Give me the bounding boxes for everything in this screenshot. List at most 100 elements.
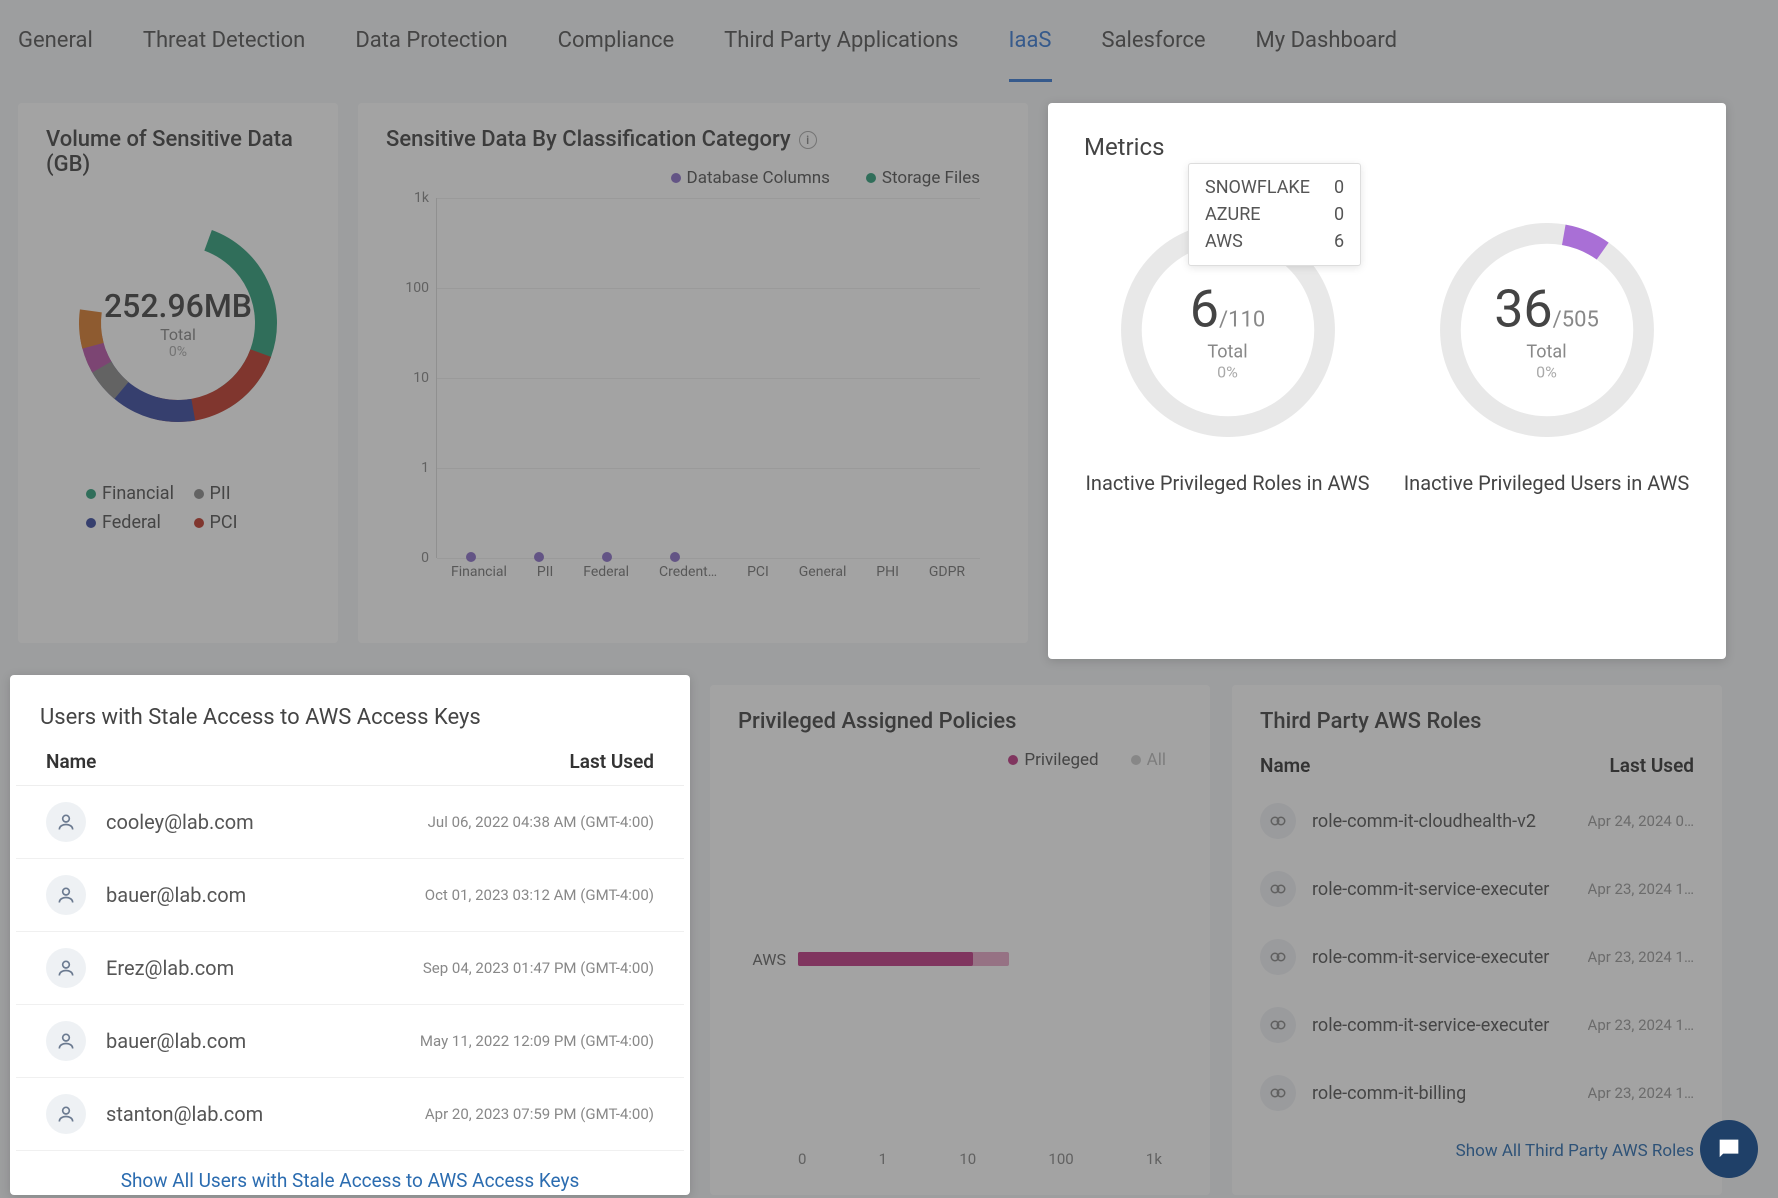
user-icon <box>46 875 86 915</box>
table-row[interactable]: bauer@lab.comMay 11, 2022 12:09 PM (GMT-… <box>16 1005 684 1078</box>
tab-third-party-applications[interactable]: Third Party Applications <box>724 0 958 82</box>
gauge-label: Inactive Privileged Roles in AWS <box>1078 469 1378 497</box>
legend-item: Financial <box>86 483 194 504</box>
card-metrics: Metrics SNOWFLAKE0AZURE0AWS6 6/110Total0… <box>1048 103 1726 659</box>
card-privileged-policies: Privileged Assigned Policies Privileged A… <box>710 685 1210 1195</box>
user-icon <box>46 1021 86 1061</box>
role-name: role-comm-it-billing <box>1312 1083 1466 1104</box>
x-label: General <box>799 564 847 580</box>
tab-compliance[interactable]: Compliance <box>558 0 675 82</box>
tab-general[interactable]: General <box>18 0 93 82</box>
card-title: Third Party AWS Roles <box>1260 709 1694 734</box>
card-title: Volume of Sensitive Data (GB) <box>46 127 310 177</box>
donut-chart: 252.96MB Total 0% <box>46 193 310 453</box>
x-label: Credent… <box>659 564 717 580</box>
tab-my-dashboard[interactable]: My Dashboard <box>1256 0 1397 82</box>
role-date: Apr 23, 2024 1… <box>1588 880 1694 898</box>
donut-value: 252.96MB <box>104 287 252 325</box>
nav-tabs: General Threat Detection Data Protection Co… <box>0 0 1778 80</box>
user-name: cooley@lab.com <box>106 810 254 834</box>
user-name: bauer@lab.com <box>106 883 246 907</box>
hbar-chart: AWS <box>798 790 1162 1150</box>
user-name: bauer@lab.com <box>106 1029 246 1053</box>
tooltip-row: AWS6 <box>1205 228 1344 255</box>
info-icon[interactable]: i <box>799 131 817 149</box>
bar-chart: 1k 100 10 1 0 <box>436 198 980 558</box>
table-row[interactable]: role-comm-it-billingApr 23, 2024 1… <box>1260 1059 1694 1127</box>
legend: Database Columns Storage Files <box>386 168 980 188</box>
link-icon <box>1260 871 1296 907</box>
card-third-party-roles: Third Party AWS Roles Name Last Used rol… <box>1232 685 1722 1195</box>
table-row[interactable]: role-comm-it-service-executer Apr 23, 202… <box>1260 923 1694 991</box>
last-used: Oct 01, 2023 03:12 AM (GMT-4:00) <box>425 886 654 904</box>
role-date: Apr 23, 2024 1… <box>1588 948 1694 966</box>
x-label: PCI <box>747 564 769 580</box>
legend-item: Federal <box>86 512 194 533</box>
tooltip-row: SNOWFLAKE0 <box>1205 174 1344 201</box>
last-used: Sep 04, 2023 01:47 PM (GMT-4:00) <box>423 959 654 977</box>
gauge: 36/505Total0%Inactive Privileged Users i… <box>1397 215 1697 497</box>
link-icon <box>1260 803 1296 839</box>
col-last: Last Used <box>569 750 654 773</box>
legend-item: PII <box>194 483 302 504</box>
card-volume-sensitive-data: Volume of Sensitive Data (GB) 252.96MB T… <box>18 103 338 643</box>
user-name: Erez@lab.com <box>106 956 234 980</box>
col-name: Name <box>46 750 96 773</box>
chat-button[interactable] <box>1700 1120 1758 1178</box>
card-classification: Sensitive Data By Classification Categor… <box>358 103 1028 643</box>
gauge-label: Inactive Privileged Users in AWS <box>1397 469 1697 497</box>
table-row[interactable]: cooley@lab.com Jul 06, 2022 04:38 AM (GMT… <box>16 786 684 859</box>
legend: FinancialPIIFederalPCI <box>46 483 310 541</box>
card-stale-users: Users with Stale Access to AWS Access Ke… <box>10 675 690 1195</box>
donut-pct: 0% <box>104 344 252 360</box>
table-row[interactable]: role-comm-it-cloudhealth-v2 Apr 24, 2024 … <box>1260 787 1694 855</box>
tooltip-row: AZURE0 <box>1205 201 1344 228</box>
legend: Privileged All <box>738 750 1166 770</box>
user-icon <box>46 802 86 842</box>
legend-item: Privileged <box>992 750 1098 770</box>
x-label: Financial <box>451 564 507 580</box>
role-name: role-comm-it-service-executer <box>1312 879 1549 900</box>
tab-iaas[interactable]: IaaS <box>1009 0 1052 82</box>
tooltip: SNOWFLAKE0AZURE0AWS6 <box>1188 163 1361 266</box>
link-icon <box>1260 1075 1296 1111</box>
table-row[interactable]: role-comm-it-service-executerApr 23, 202… <box>1260 991 1694 1059</box>
table-row[interactable]: stanton@lab.com Apr 20, 2023 07:59 PM (GM… <box>16 1078 684 1151</box>
user-icon <box>46 948 86 988</box>
tab-salesforce[interactable]: Salesforce <box>1102 0 1206 82</box>
x-axis-labels: Financial PII Federal Credent… PCI General PHI… <box>436 564 980 580</box>
table-row[interactable]: role-comm-it-service-executer Apr 23, 202… <box>1260 855 1694 923</box>
legend-item: All <box>1115 750 1166 770</box>
tab-threat-detection[interactable]: Threat Detection <box>143 0 306 82</box>
legend-item: PCI <box>194 512 302 533</box>
user-icon <box>46 1094 86 1134</box>
role-date: Apr 24, 2024 0… <box>1588 812 1694 830</box>
show-all-roles-link[interactable]: Show All Third Party AWS Roles <box>1260 1127 1694 1161</box>
donut-sub: Total <box>104 325 252 344</box>
card-title: Metrics <box>1048 103 1726 175</box>
link-icon <box>1260 1007 1296 1043</box>
role-name: role-comm-it-service-executer <box>1312 1015 1549 1036</box>
last-used: Jul 06, 2022 04:38 AM (GMT-4:00) <box>428 813 654 831</box>
x-axis-labels: 01101001k <box>798 1150 1162 1168</box>
role-name: role-comm-it-service-executer <box>1312 947 1549 968</box>
card-title: Users with Stale Access to AWS Access Ke… <box>10 675 690 750</box>
user-name: stanton@lab.com <box>106 1102 263 1126</box>
legend-item: Storage Files <box>848 168 980 188</box>
tab-data-protection[interactable]: Data Protection <box>355 0 507 82</box>
role-name: role-comm-it-cloudhealth-v2 <box>1312 811 1536 832</box>
col-name: Name <box>1260 754 1310 777</box>
card-title: Sensitive Data By Classification Categor… <box>386 127 1000 152</box>
x-label: Federal <box>583 564 629 580</box>
last-used: Apr 20, 2023 07:59 PM (GMT-4:00) <box>425 1105 654 1123</box>
col-last: Last Used <box>1609 754 1694 777</box>
x-label: GDPR <box>929 564 965 580</box>
x-label: PII <box>537 564 553 580</box>
link-icon <box>1260 939 1296 975</box>
table-row[interactable]: Erez@lab.com Sep 04, 2023 01:47 PM (GMT-4… <box>16 932 684 1005</box>
show-all-stale-link[interactable]: Show All Users with Stale Access to AWS … <box>10 1151 690 1192</box>
table-row[interactable]: bauer@lab.com Oct 01, 2023 03:12 AM (GMT-… <box>16 859 684 932</box>
x-label: PHI <box>876 564 899 580</box>
card-title: Privileged Assigned Policies <box>738 709 1182 734</box>
legend-item: Database Columns <box>653 168 830 188</box>
